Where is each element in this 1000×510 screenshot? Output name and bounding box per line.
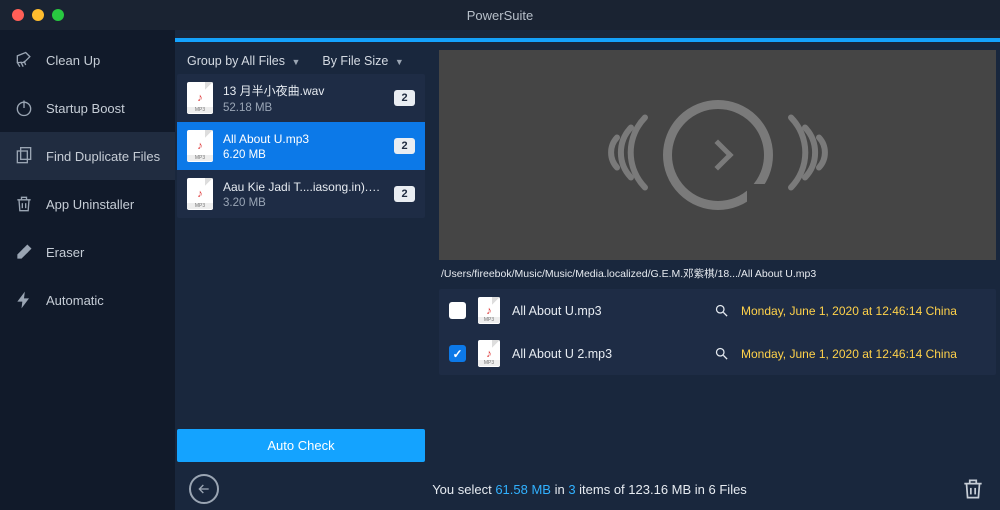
back-button[interactable] [189,474,219,504]
checkbox[interactable] [449,345,466,362]
sidebar-item-uninstaller[interactable]: App Uninstaller [0,180,175,228]
duplicate-row[interactable]: ♪MP3 All About U.mp3 Monday, June 1, 202… [439,289,996,332]
detail-column: /Users/fireebok/Music/Music/Media.locali… [439,44,996,468]
group-header: Group by All Files ▼ By File Size ▼ [175,44,427,74]
duplicate-row[interactable]: ♪MP3 All About U 2.mp3 Monday, June 1, 2… [439,332,996,375]
sidebar-item-label: App Uninstaller [46,197,134,212]
group-file-size: 52.18 MB [223,102,384,114]
preview-panel [439,50,996,260]
window-title: PowerSuite [467,8,533,23]
total-count: 6 [709,482,716,497]
sidebar-item-startup-boost[interactable]: Startup Boost [0,84,175,132]
duplicate-list: ♪MP3 All About U.mp3 Monday, June 1, 202… [439,289,996,375]
audio-file-icon: ♪MP3 [478,297,500,324]
search-icon[interactable] [714,303,729,318]
sort-label: By File Size [322,54,388,68]
total-size: 123.16 MB [628,482,691,497]
sidebar-item-automatic[interactable]: Automatic [0,276,175,324]
audio-file-icon: ♪MP3 [187,130,213,162]
power-icon [14,98,34,118]
status-text: You select 61.58 MB in 3 items of 123.16… [235,482,944,497]
group-file-name: Aau Kie Jadi T....iasong.in).mp3 [223,180,384,194]
group-count-badge: 2 [394,138,415,154]
main-panel: Group by All Files ▼ By File Size ▼ ♪MP3… [175,30,1000,510]
duplicate-date: Monday, June 1, 2020 at 12:46:14 China [741,304,986,318]
sidebar-item-label: Find Duplicate Files [46,149,160,164]
group-row[interactable]: ♪MP3 13 月半小夜曲.wav 52.18 MB 2 [177,74,425,122]
broom-icon [14,50,34,70]
group-list: ♪MP3 13 月半小夜曲.wav 52.18 MB 2 ♪MP3 All Ab… [177,74,425,218]
maximize-window-icon[interactable] [52,9,64,21]
group-row[interactable]: ♪MP3 Aau Kie Jadi T....iasong.in).mp3 3.… [177,170,425,218]
titlebar: PowerSuite [0,0,1000,30]
sort-dropdown[interactable]: By File Size ▼ [322,54,403,68]
sidebar-item-label: Automatic [46,293,104,308]
sidebar-item-find-duplicates[interactable]: Find Duplicate Files [0,132,175,180]
file-path: /Users/fireebok/Music/Music/Media.locali… [439,260,996,289]
selected-size: 61.58 MB [495,482,551,497]
selected-count: 3 [568,482,575,497]
window-controls [0,9,64,21]
chevron-down-icon: ▼ [395,57,404,67]
minimize-window-icon[interactable] [32,9,44,21]
group-file-size: 6.20 MB [223,149,384,161]
duplicate-icon [14,146,34,166]
delete-button[interactable] [960,476,986,502]
audio-file-icon: ♪MP3 [187,82,213,114]
sidebar-item-cleanup[interactable]: Clean Up [0,36,175,84]
checkbox[interactable] [449,302,466,319]
sidebar-item-label: Eraser [46,245,84,260]
duplicate-date: Monday, June 1, 2020 at 12:46:14 China [741,347,986,361]
footer: You select 61.58 MB in 3 items of 123.16… [175,468,1000,510]
auto-check-button[interactable]: Auto Check [177,429,425,462]
sidebar-item-label: Clean Up [46,53,100,68]
duplicate-file-name: All About U 2.mp3 [512,347,702,361]
search-icon[interactable] [714,346,729,361]
group-by-dropdown[interactable]: Group by All Files ▼ [187,54,300,68]
quicktime-icon [663,100,773,210]
audio-file-icon: ♪MP3 [187,178,213,210]
sidebar-item-eraser[interactable]: Eraser [0,228,175,276]
group-by-label: Group by All Files [187,54,285,68]
bolt-icon [14,290,34,310]
group-file-name: 13 月半小夜曲.wav [223,82,384,99]
group-file-name: All About U.mp3 [223,132,384,146]
progress-bar [175,38,1000,42]
group-count-badge: 2 [394,186,415,202]
eraser-icon [14,242,34,262]
sidebar: Clean Up Startup Boost Find Duplicate Fi… [0,30,175,510]
trash-icon [14,194,34,214]
group-count-badge: 2 [394,90,415,106]
close-window-icon[interactable] [12,9,24,21]
group-column: Group by All Files ▼ By File Size ▼ ♪MP3… [175,44,427,468]
sidebar-item-label: Startup Boost [46,101,125,116]
group-file-size: 3.20 MB [223,197,384,209]
duplicate-file-name: All About U.mp3 [512,304,702,318]
group-row[interactable]: ♪MP3 All About U.mp3 6.20 MB 2 [177,122,425,170]
audio-file-icon: ♪MP3 [478,340,500,367]
chevron-down-icon: ▼ [291,57,300,67]
